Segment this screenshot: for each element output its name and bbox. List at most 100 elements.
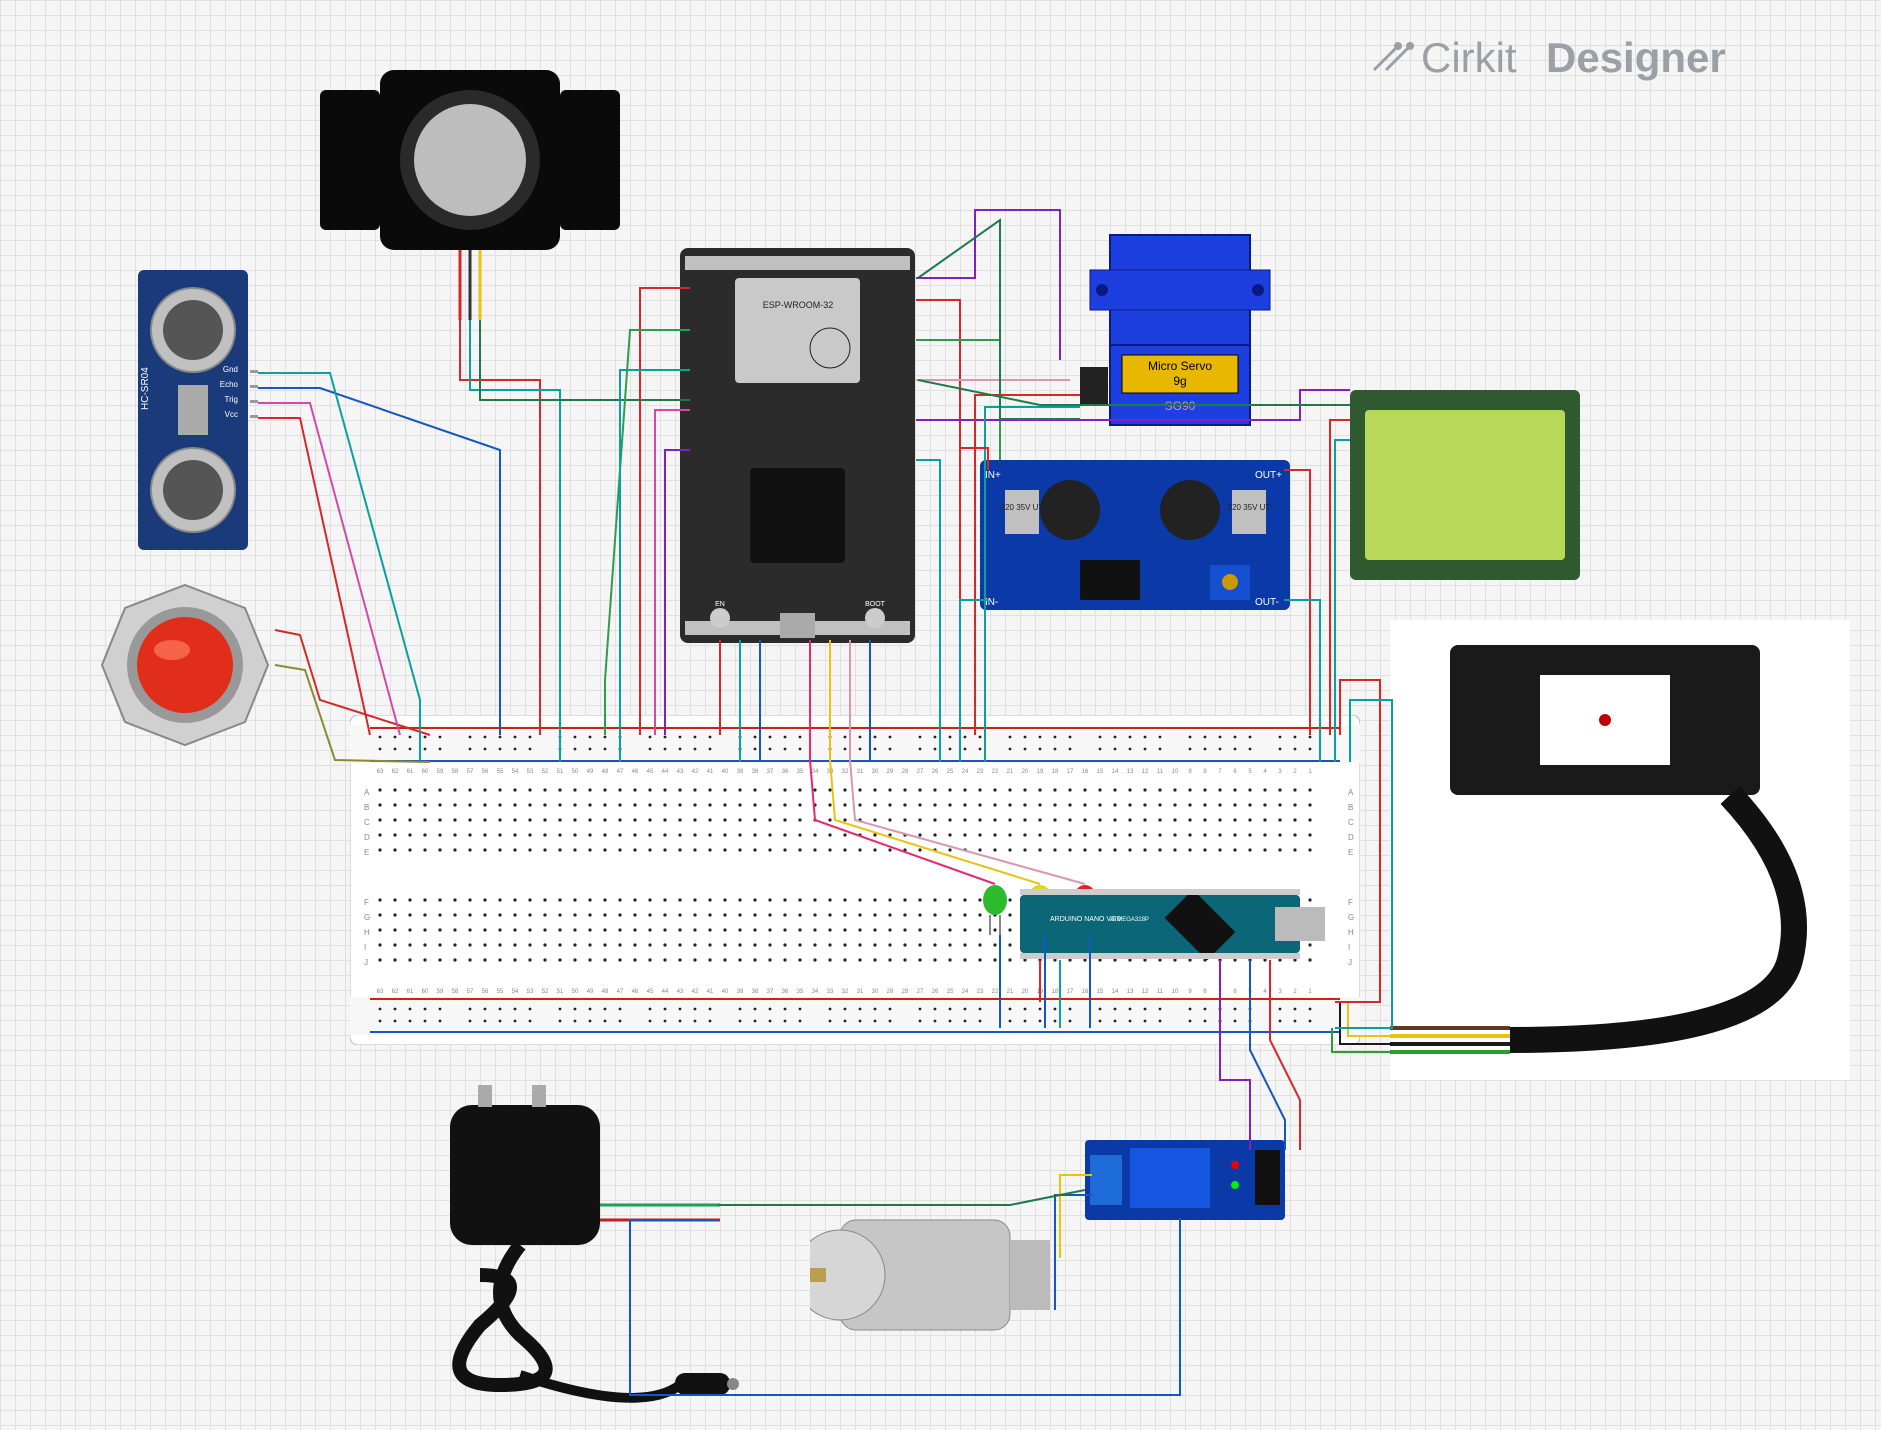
- led-green[interactable]: [980, 885, 1010, 940]
- svg-text:H: H: [1348, 928, 1354, 937]
- svg-text:27: 27: [917, 989, 924, 995]
- svg-text:51: 51: [557, 769, 564, 775]
- svg-text:13: 13: [1127, 769, 1134, 775]
- ultrasonic-sensor[interactable]: HC-SR04 Gnd Echo Trig Vcc: [138, 270, 278, 555]
- svg-text:34: 34: [812, 989, 819, 995]
- svg-text:C: C: [364, 818, 370, 827]
- svg-text:16: 16: [1082, 989, 1089, 995]
- servo-model: SG90: [1165, 399, 1196, 413]
- svg-text:E: E: [364, 848, 369, 857]
- breadboard[interactable]: 6362616059585756555453525150494847464544…: [350, 715, 1360, 1050]
- svg-text:C: C: [1348, 818, 1354, 827]
- svg-text:18: 18: [1052, 769, 1059, 775]
- svg-text:62: 62: [392, 989, 399, 995]
- svg-text:33: 33: [827, 769, 834, 775]
- svg-text:61: 61: [407, 769, 414, 775]
- svg-text:35: 35: [797, 769, 804, 775]
- svg-text:23: 23: [977, 989, 984, 995]
- svg-text:25: 25: [947, 769, 954, 775]
- arduino-nano[interactable]: ARDUINO NANO V3.0 ATMEGA328P: [1020, 885, 1330, 968]
- svg-text:43: 43: [677, 769, 684, 775]
- svg-text:55: 55: [497, 989, 504, 995]
- servo-motor[interactable]: Micro Servo 9g SG90: [1080, 225, 1280, 440]
- svg-text:20: 20: [1022, 769, 1029, 775]
- svg-text:17: 17: [1067, 989, 1074, 995]
- svg-text:56: 56: [482, 769, 489, 775]
- svg-text:33: 33: [827, 989, 834, 995]
- power-adapter[interactable]: [420, 1085, 740, 1420]
- dc-motor[interactable]: [810, 1200, 1070, 1355]
- svg-text:49: 49: [587, 769, 594, 775]
- svg-text:24: 24: [962, 989, 969, 995]
- solenoid-valve[interactable]: [320, 70, 620, 335]
- svg-text:56: 56: [482, 989, 489, 995]
- svg-text:21: 21: [1007, 769, 1014, 775]
- svg-text:H: H: [364, 928, 370, 937]
- svg-text:19: 19: [1037, 769, 1044, 775]
- cap2: 220 35V UT: [1228, 503, 1271, 512]
- esp32-en-btn: EN: [715, 601, 725, 608]
- svg-text:52: 52: [542, 769, 549, 775]
- svg-text:19: 19: [1037, 989, 1044, 995]
- svg-text:38: 38: [752, 769, 759, 775]
- logo-text-2: Designer: [1546, 34, 1726, 81]
- svg-text:57: 57: [467, 989, 474, 995]
- svg-text:41: 41: [707, 769, 714, 775]
- servo-label1: Micro Servo: [1148, 359, 1212, 373]
- svg-text:30: 30: [872, 769, 879, 775]
- svg-text:47: 47: [617, 989, 624, 995]
- svg-text:J: J: [364, 958, 368, 967]
- svg-text:27: 27: [917, 769, 924, 775]
- svg-text:46: 46: [632, 989, 639, 995]
- svg-text:59: 59: [437, 769, 444, 775]
- svg-text:47: 47: [617, 769, 624, 775]
- relay-module[interactable]: [1085, 1130, 1285, 1230]
- svg-text:49: 49: [587, 989, 594, 995]
- svg-text:13: 13: [1127, 989, 1134, 995]
- proximity-sensor[interactable]: [1390, 620, 1850, 1085]
- svg-text:F: F: [364, 898, 369, 907]
- push-button[interactable]: [100, 580, 270, 755]
- svg-text:11: 11: [1157, 769, 1164, 775]
- svg-text:48: 48: [602, 769, 609, 775]
- svg-text:58: 58: [452, 769, 459, 775]
- svg-text:23: 23: [977, 769, 984, 775]
- svg-text:53: 53: [527, 989, 534, 995]
- svg-text:32: 32: [842, 989, 849, 995]
- svg-text:62: 62: [392, 769, 399, 775]
- logo-icon: [1374, 42, 1414, 70]
- svg-text:42: 42: [692, 989, 699, 995]
- svg-text:20: 20: [1022, 989, 1029, 995]
- svg-text:41: 41: [707, 989, 714, 995]
- svg-text:44: 44: [662, 769, 669, 775]
- svg-text:53: 53: [527, 769, 534, 775]
- svg-text:11: 11: [1157, 989, 1164, 995]
- nano-chip: ATMEGA328P: [1110, 917, 1149, 923]
- svg-text:26: 26: [932, 769, 939, 775]
- svg-text:36: 36: [782, 989, 789, 995]
- svg-text:12: 12: [1142, 989, 1149, 995]
- svg-text:B: B: [1348, 803, 1353, 812]
- svg-text:J: J: [1348, 958, 1352, 967]
- buck-outplus: OUT+: [1255, 470, 1282, 481]
- svg-text:21: 21: [1007, 989, 1014, 995]
- svg-text:50: 50: [572, 989, 579, 995]
- esp32-board[interactable]: ESP-WROOM-32 EN BOOT: [680, 248, 915, 648]
- svg-text:26: 26: [932, 989, 939, 995]
- svg-text:A: A: [1348, 788, 1354, 797]
- buck-inminus: IN-: [985, 597, 998, 608]
- cap1: 220 35V UT: [1001, 503, 1044, 512]
- svg-text:48: 48: [602, 989, 609, 995]
- svg-text:31: 31: [857, 989, 864, 995]
- svg-text:58: 58: [452, 989, 459, 995]
- svg-text:38: 38: [752, 989, 759, 995]
- buck-converter[interactable]: 220 35V UT 220 35V UT IN+ IN- OUT+ OUT-: [980, 460, 1290, 615]
- svg-text:61: 61: [407, 989, 414, 995]
- esp32-model: ESP-WROOM-32: [763, 300, 834, 310]
- svg-text:28: 28: [902, 769, 909, 775]
- svg-text:29: 29: [887, 989, 894, 995]
- svg-text:14: 14: [1112, 989, 1119, 995]
- svg-text:16: 16: [1082, 769, 1089, 775]
- lcd-display[interactable]: [1350, 390, 1580, 585]
- svg-text:E: E: [1348, 848, 1353, 857]
